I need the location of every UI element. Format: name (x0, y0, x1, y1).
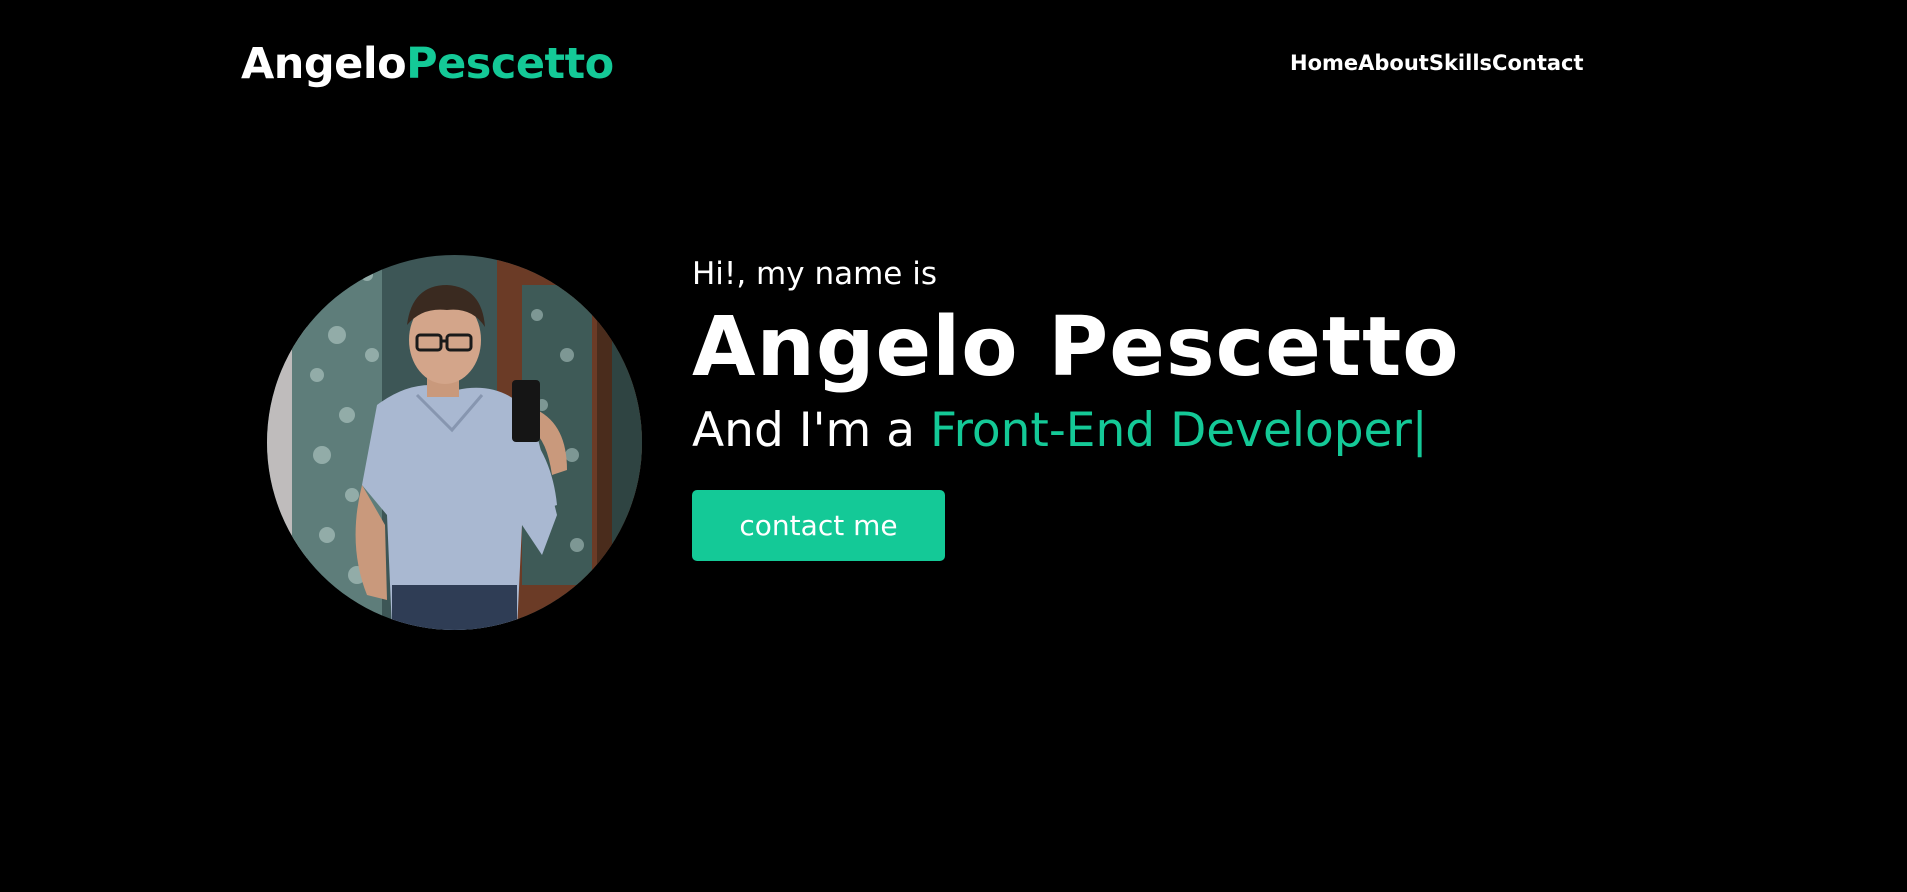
profile-photo-illustration (267, 255, 642, 630)
nav-item-contact: Contact (1492, 48, 1584, 78)
nav-link-about[interactable]: About (1358, 48, 1429, 78)
nav-link-contact[interactable]: Contact (1492, 48, 1584, 78)
typing-cursor: | (1411, 403, 1428, 458)
logo-first-name: Angelo (241, 39, 407, 89)
contact-me-button[interactable]: contact me (692, 490, 945, 561)
nav-item-about: About (1358, 48, 1429, 78)
nav-item-home: Home (1290, 48, 1358, 78)
profile-photo (267, 255, 642, 630)
hero-text: Hi!, my name is Angelo Pescetto And I'm … (692, 250, 1460, 561)
nav-item-skills: Skills (1429, 48, 1492, 78)
nav-link-skills[interactable]: Skills (1429, 48, 1492, 78)
nav-links: Home About Skills Contact (1290, 48, 1584, 78)
nav-link-home[interactable]: Home (1290, 48, 1358, 78)
logo-last-name: Pescetto (406, 39, 614, 89)
page: AngeloPescetto Home About Skills Contact (0, 0, 1907, 892)
navbar: AngeloPescetto Home About Skills Contact (0, 0, 1907, 125)
role-text: Front-End Developer (929, 403, 1412, 458)
site-logo[interactable]: AngeloPescetto (241, 36, 614, 92)
hero-name: Angelo Pescetto (692, 300, 1460, 395)
role-line: And I'm a Front-End Developer| (692, 398, 1460, 464)
greeting-text: Hi!, my name is (692, 256, 937, 292)
role-prefix: And I'm a (692, 403, 930, 458)
